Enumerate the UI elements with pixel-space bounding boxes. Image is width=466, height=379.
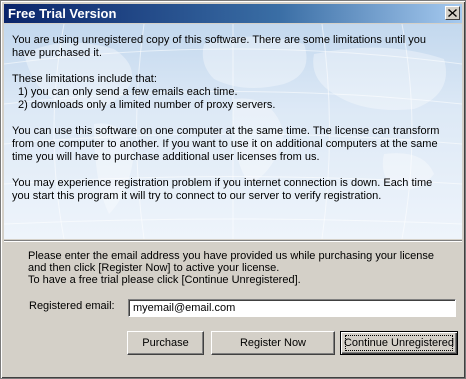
divider <box>4 240 462 242</box>
register-now-button[interactable]: Register Now <box>211 331 335 355</box>
limitations-heading: These limitations include that: <box>12 73 157 85</box>
info-panel: You are using unregistered copy of this … <box>4 24 462 239</box>
registration-instructions: Please enter the email address you have … <box>28 250 458 286</box>
email-field[interactable] <box>128 299 456 317</box>
info-paragraph-license: You can use this software on one compute… <box>12 125 440 163</box>
continue-unregistered-button[interactable]: Continue Unregistered <box>340 331 458 355</box>
trial-dialog: Free Trial Version You are using unregis… <box>0 0 466 379</box>
limitation-item: 1) you can only send a few emails each t… <box>18 86 238 98</box>
instruction-line: and then click [Register Now] to active … <box>28 262 280 274</box>
continue-unregistered-label: Continue Unregistered <box>343 336 455 349</box>
purchase-button[interactable]: Purchase <box>127 331 204 355</box>
dialog-title: Free Trial Version <box>8 6 117 21</box>
email-label: Registered email: <box>29 300 115 312</box>
info-text: You are using unregistered copy of this … <box>12 34 452 216</box>
close-icon <box>448 9 457 17</box>
close-button[interactable] <box>445 6 460 20</box>
limitation-item: 2) downloads only a limited number of pr… <box>18 99 276 111</box>
title-bar[interactable]: Free Trial Version <box>4 4 462 23</box>
instruction-line: Please enter the email address you have … <box>28 250 435 262</box>
info-paragraph-connection: You may experience registration problem … <box>12 177 433 202</box>
info-limitations: These limitations include that: 1) you c… <box>12 73 452 112</box>
instruction-line: To have a free trial please click [Conti… <box>28 274 301 286</box>
info-paragraph-unregistered: You are using unregistered copy of this … <box>12 34 426 59</box>
